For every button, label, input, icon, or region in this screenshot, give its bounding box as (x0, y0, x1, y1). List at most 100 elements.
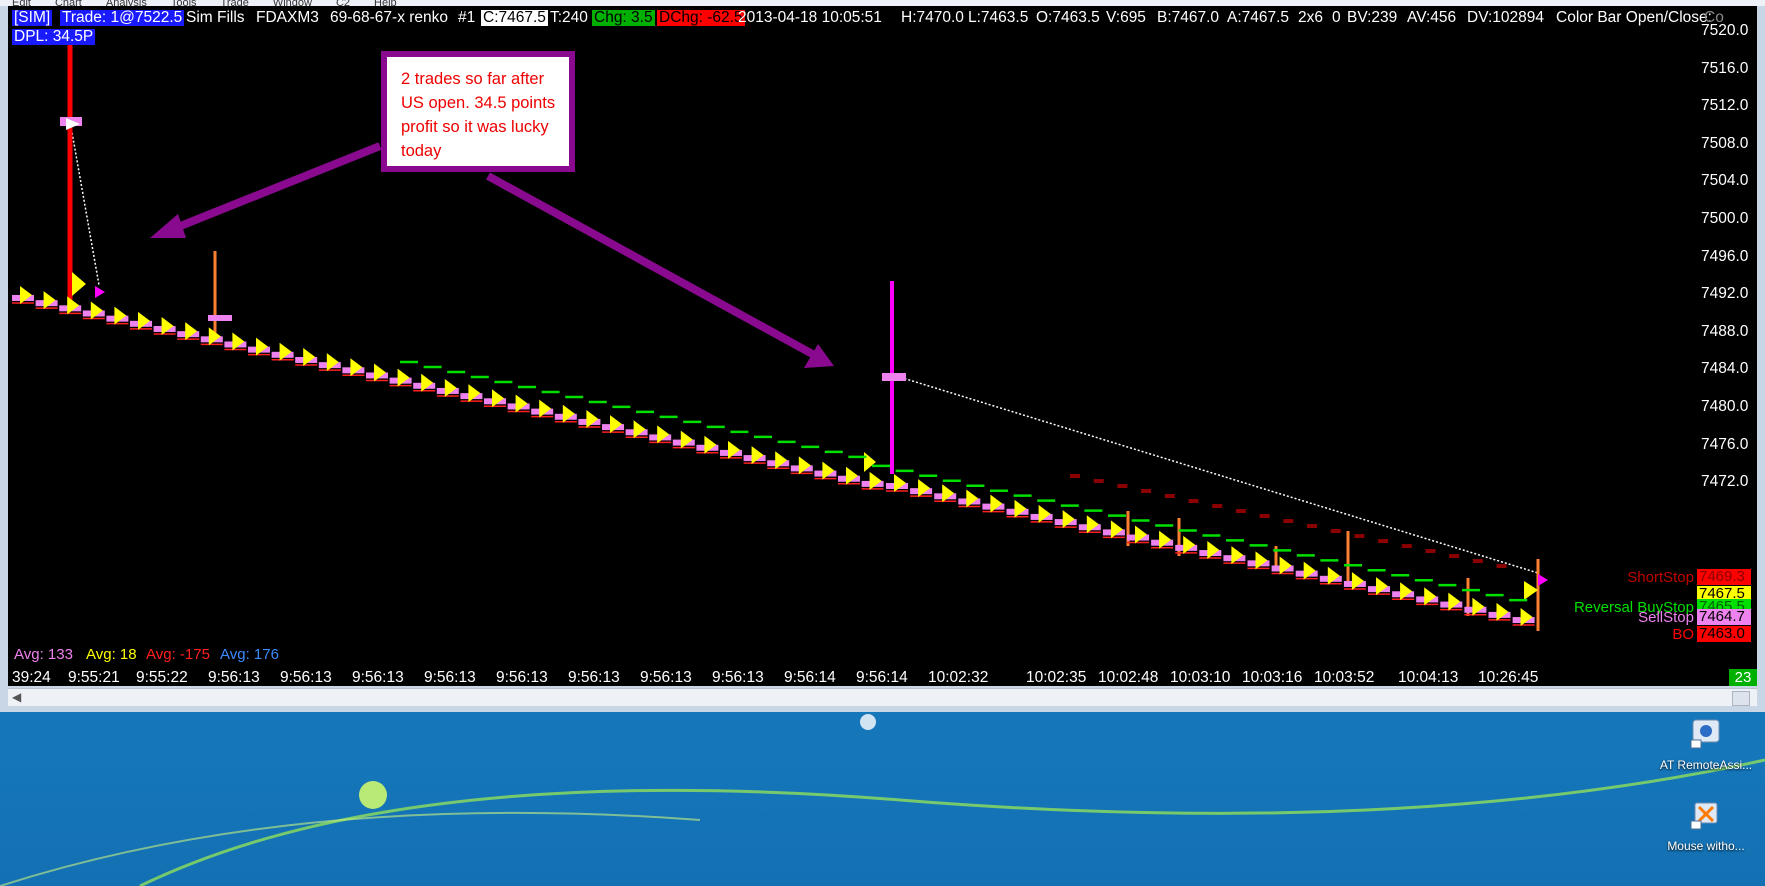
timestamp: 2013-04-18 10:05:51 (738, 9, 882, 26)
annotation-note: 2 trades so far after US open. 34.5 poin… (381, 51, 575, 172)
sim-badge: [SIM] (12, 9, 53, 26)
signal-triangle (539, 399, 552, 418)
signal-triangle (1110, 520, 1123, 539)
time-tick: 9:56:14 (856, 669, 908, 686)
signal-triangle (586, 409, 599, 428)
time-tick: 9:56:13 (712, 669, 764, 686)
time-tick: 10:26:45 (1478, 669, 1539, 686)
signal-triangle (610, 415, 622, 434)
time-tick: 9:56:14 (784, 669, 836, 686)
signal-triangle (1255, 551, 1268, 570)
level-value-box: 7463.0 (1697, 626, 1751, 642)
desktop-icon-remote-assist[interactable]: AT RemoteAssi... (1658, 716, 1754, 773)
signal-triangle (326, 353, 339, 372)
color-bar-label: Color Bar Open/Close: (1556, 9, 1712, 26)
signal-triangle (374, 363, 386, 382)
signal-triangle (114, 306, 127, 325)
signal-triangle (751, 446, 764, 465)
signal-triangle (728, 440, 740, 459)
annotation-arrows (150, 142, 834, 368)
time-tick: 9:56:13 (568, 669, 620, 686)
tick-count: T:240 (550, 9, 588, 26)
signal-triangle (1376, 577, 1388, 596)
desktop-icon-mouse[interactable]: Mouse witho... (1658, 797, 1754, 854)
level-label: BO (1672, 626, 1694, 643)
average-label: Avg: 133 (14, 646, 73, 663)
chart-settings: 69-68-67-x renko (330, 9, 449, 26)
signal-triangle (1472, 597, 1485, 616)
horizontal-scrollbar[interactable]: ◀ (8, 688, 1757, 706)
chart-area[interactable]: [SIM] Trade: 1@7522.5 Sim Fills FDAXM3 6… (8, 6, 1757, 686)
dpl-value: DPL: 34.5P (12, 28, 96, 45)
signal-triangle (303, 347, 316, 366)
ask-price: A:7467.5 (1227, 9, 1290, 26)
time-tick: 10:02:35 (1026, 669, 1087, 686)
signal-triangle (775, 451, 788, 470)
signal-triangle (1135, 525, 1147, 544)
signal-triangle (942, 484, 955, 503)
price-tick: 7512.0 (1701, 97, 1749, 115)
time-tick: 39:24 (12, 669, 51, 686)
time-tick: 9:56:13 (640, 669, 692, 686)
price-tick: 7496.0 (1701, 247, 1749, 265)
instrument-symbol: FDAXM3 (256, 9, 319, 26)
signal-triangle (798, 456, 811, 475)
entry-marker-2 (882, 373, 906, 381)
price-tick: 7484.0 (1701, 360, 1749, 378)
signal-triangle (444, 378, 457, 397)
scroll-left-arrow-icon[interactable]: ◀ (12, 689, 21, 706)
bid-volume: BV:239 (1347, 9, 1398, 26)
signal-triangle (1062, 510, 1075, 529)
time-tick: 9:56:13 (496, 669, 548, 686)
signal-triangle (1279, 556, 1292, 575)
signal-triangle (43, 291, 56, 310)
price-tick: 7472.0 (1701, 473, 1749, 491)
fills-mode: Sim Fills (186, 9, 245, 26)
signal-triangle (1038, 504, 1051, 523)
signal-triangle (704, 435, 717, 454)
signal-triangle (350, 358, 363, 377)
signal-triangle (1327, 566, 1340, 585)
trade-connector-2 (892, 374, 1539, 574)
signal-triangle (421, 373, 434, 392)
trade-info: Trade: 1@7522.5 (60, 9, 185, 26)
ask-volume: AV:456 (1407, 9, 1457, 26)
level-value-box: 7469.3 (1697, 569, 1751, 585)
level-value-box: 7464.7 (1697, 609, 1751, 625)
signal-triangle (185, 322, 198, 341)
signal-triangle (822, 461, 835, 480)
price-tick: 7504.0 (1701, 172, 1749, 190)
level-label: SellStop (1638, 609, 1694, 626)
bar-marker-spike (208, 315, 232, 321)
volume: V:695 (1106, 9, 1146, 26)
signal-triangle (256, 337, 268, 356)
signal-triangle (1448, 592, 1461, 611)
average-label: Avg: 176 (220, 646, 279, 663)
bar-number: #1 (458, 9, 476, 26)
signal-triangle (562, 404, 575, 423)
signal-triangle (1520, 608, 1533, 627)
time-tick: 10:02:32 (928, 669, 989, 686)
signal-triangle (20, 286, 32, 304)
signal-triangle (864, 452, 876, 472)
signal-triangle (990, 494, 1003, 513)
time-tick: 10:03:16 (1242, 669, 1303, 686)
zero-value: 0 (1332, 9, 1341, 26)
signal-triangle (1183, 535, 1196, 554)
price-tick: 7492.0 (1701, 285, 1749, 303)
price-tick: 7516.0 (1701, 59, 1749, 77)
signal-triangle (515, 394, 528, 413)
signal-triangle (1351, 571, 1364, 590)
signal-triangle (161, 316, 174, 335)
signal-triangle (657, 425, 670, 444)
signal-triangle (1524, 581, 1538, 600)
mouse-icon (1690, 802, 1718, 830)
price-tick: 7476.0 (1701, 435, 1749, 453)
remote-assist-icon (1690, 719, 1720, 749)
signal-triangle (894, 474, 906, 492)
scroll-thumb[interactable] (1732, 691, 1750, 706)
signal-triangle (1400, 582, 1413, 601)
time-tick: 9:56:13 (424, 669, 476, 686)
signal-triangle (138, 311, 150, 330)
price-tick: 7500.0 (1701, 210, 1749, 227)
